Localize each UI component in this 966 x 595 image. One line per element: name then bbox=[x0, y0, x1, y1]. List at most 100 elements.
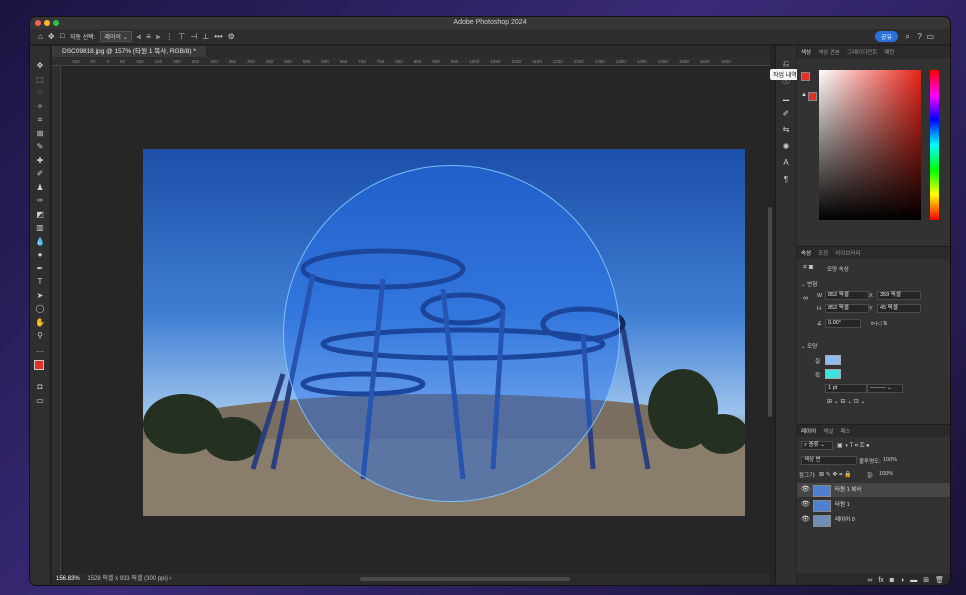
fill-value[interactable]: 100% bbox=[879, 471, 893, 477]
ellipse-tool-icon[interactable]: ◯ bbox=[33, 303, 47, 315]
photo-image[interactable] bbox=[143, 149, 745, 516]
trash-icon[interactable]: 🗑 bbox=[935, 576, 944, 584]
link-icon[interactable]: ∞ bbox=[803, 295, 808, 302]
new-layer-icon[interactable]: ⊞ bbox=[923, 576, 929, 584]
move-tool-icon[interactable]: ✥ bbox=[33, 60, 47, 72]
new-group-icon[interactable]: ▬ bbox=[910, 577, 917, 584]
gamut-warning-icon[interactable]: ▲ bbox=[801, 92, 807, 98]
magic-wand-tool-icon[interactable]: ✧ bbox=[33, 101, 47, 113]
layer-row[interactable]: 👁 타원 1 복사 bbox=[797, 483, 950, 497]
vertical-scrollbar[interactable] bbox=[768, 207, 772, 417]
more-options-button[interactable]: ••• bbox=[214, 32, 222, 41]
eraser-tool-icon[interactable]: ◩ bbox=[33, 209, 47, 221]
tab-color[interactable]: 색상 bbox=[801, 48, 811, 56]
dodge-tool-icon[interactable]: ● bbox=[33, 249, 47, 261]
tab-properties[interactable]: 속성 bbox=[801, 249, 811, 257]
stroke-width-field[interactable]: 1 pt bbox=[825, 384, 867, 393]
horizontal-scrollbar[interactable] bbox=[360, 577, 570, 581]
home-icon[interactable]: ⌂ bbox=[38, 32, 43, 41]
search-icon[interactable]: ⌕ bbox=[906, 32, 910, 42]
width-field[interactable]: 852 픽셀 bbox=[825, 291, 869, 300]
angle-field[interactable]: 0.00° bbox=[825, 319, 861, 328]
layer-filter-kind[interactable]: ⌕ 종류 ⌄ bbox=[801, 441, 833, 450]
align-bottom-icon[interactable]: ⊥ bbox=[202, 32, 209, 41]
transform-section-title[interactable]: ⌄ 변형 bbox=[801, 280, 817, 288]
stroke-color-swatch[interactable] bbox=[825, 369, 841, 379]
flip-icons[interactable]: ⊳|◁ ⇅ bbox=[871, 321, 887, 327]
color-swatches[interactable] bbox=[33, 357, 48, 379]
foreground-color-swatch[interactable] bbox=[801, 72, 810, 81]
lasso-tool-icon[interactable]: ◌ bbox=[33, 87, 47, 99]
zoom-window-button[interactable] bbox=[53, 20, 59, 26]
glyph-panel-icon[interactable]: ✺ bbox=[779, 141, 793, 153]
share-button[interactable]: 공유 bbox=[874, 31, 898, 42]
minimize-window-button[interactable] bbox=[44, 20, 50, 26]
stroke-options-icons[interactable]: ⊞ ⌄ ⊟ ⌄ ⊡ ⌄ bbox=[827, 398, 866, 405]
path-selection-tool-icon[interactable]: ➤ bbox=[33, 290, 47, 302]
tab-swatches[interactable]: 색상 견본 bbox=[818, 48, 840, 56]
color-picker-field[interactable] bbox=[819, 70, 921, 220]
frame-tool-icon[interactable]: ⊠ bbox=[33, 128, 47, 140]
layer-row[interactable]: 👁 레이어 0 bbox=[797, 513, 950, 527]
workspace-icon[interactable]: ▭ bbox=[926, 32, 934, 41]
visibility-eye-icon[interactable]: 👁 bbox=[801, 513, 810, 527]
quick-mask-icon[interactable]: ◘ bbox=[33, 381, 47, 393]
blend-mode-dropdown[interactable]: 색상 번 bbox=[801, 456, 857, 465]
opacity-value[interactable]: 100% bbox=[883, 457, 897, 463]
tab-gradients[interactable]: 그레이디언트 bbox=[847, 48, 877, 56]
tab-patterns[interactable]: 패턴 bbox=[884, 48, 894, 56]
gamut-color-swatch[interactable] bbox=[808, 92, 817, 101]
align-middle-icon[interactable]: ⊣ bbox=[190, 32, 197, 41]
settings-gear-icon[interactable]: ⚙ bbox=[228, 32, 235, 41]
auto-select-dropdown[interactable]: 레이어 ⌄ bbox=[100, 31, 132, 42]
stamp-tool-icon[interactable]: ♟ bbox=[33, 182, 47, 194]
hue-slider[interactable] bbox=[930, 70, 939, 220]
character-panel-icon[interactable]: A bbox=[779, 157, 793, 169]
height-field[interactable]: 852 픽셀 bbox=[825, 304, 869, 313]
brush-tool-icon[interactable]: ✐ bbox=[33, 168, 47, 180]
tab-adjustments[interactable]: 조정 bbox=[818, 249, 828, 257]
history-panel-icon[interactable]: ⎌ bbox=[779, 58, 793, 70]
distribute-icon[interactable]: ⋮ bbox=[165, 32, 173, 41]
healing-brush-tool-icon[interactable]: ✚ bbox=[33, 155, 47, 167]
document-tab[interactable]: DSC09818.jpg @ 157% (타원 1 복사, RGB/8) * bbox=[52, 46, 206, 57]
eyedropper-tool-icon[interactable]: ✎ bbox=[33, 141, 47, 153]
crop-tool-icon[interactable]: ⌗ bbox=[33, 114, 47, 126]
tab-libraries[interactable]: 라이브러리 bbox=[835, 249, 860, 257]
adjustment-layer-icon[interactable]: ◑ bbox=[900, 577, 904, 584]
layer-row[interactable]: 👁 타원 1 bbox=[797, 498, 950, 512]
stroke-style-dropdown[interactable]: ──── ⌄ bbox=[867, 384, 903, 393]
paragraph-panel-icon[interactable]: ¶ bbox=[779, 174, 793, 186]
lock-icons[interactable]: ⊠ ✎ ✥ ⌗ 🔒 bbox=[819, 471, 852, 479]
ellipse-shape-layer[interactable] bbox=[283, 165, 620, 502]
adjust-panel-icon[interactable]: ⇆ bbox=[779, 124, 793, 136]
history-brush-tool-icon[interactable]: ✑ bbox=[33, 195, 47, 207]
appearance-section-title[interactable]: ⌄ 모양 bbox=[801, 342, 817, 350]
brush-settings-icon[interactable]: ✐ bbox=[779, 108, 793, 120]
tab-layers[interactable]: 레이어 bbox=[801, 427, 816, 435]
align-left-icon[interactable]: ⫷ bbox=[137, 32, 142, 42]
screen-mode-icon[interactable]: ▭ bbox=[33, 395, 47, 407]
align-top-icon[interactable]: ⊤ bbox=[178, 32, 185, 41]
align-right-icon[interactable]: ⫸ bbox=[156, 32, 161, 42]
blur-tool-icon[interactable]: 💧 bbox=[33, 236, 47, 248]
canvas-area[interactable] bbox=[61, 67, 770, 574]
type-tool-icon[interactable]: T bbox=[33, 276, 47, 288]
zoom-level[interactable]: 156.83% bbox=[56, 576, 80, 582]
x-field[interactable]: 359 픽셀 bbox=[877, 291, 921, 300]
align-center-icon[interactable]: ≡ bbox=[146, 32, 151, 41]
tab-paths[interactable]: 패스 bbox=[840, 427, 850, 435]
fx-icon[interactable]: fx bbox=[878, 577, 883, 584]
close-window-button[interactable] bbox=[35, 20, 41, 26]
status-arrow-icon[interactable]: › bbox=[170, 576, 172, 582]
link-layers-icon[interactable]: ∞ bbox=[867, 577, 872, 584]
marquee-tool-icon[interactable]: ⬚ bbox=[33, 74, 47, 86]
hand-tool-icon[interactable]: ✋ bbox=[33, 317, 47, 329]
visibility-eye-icon[interactable]: 👁 bbox=[801, 483, 810, 497]
foreground-color-swatch[interactable] bbox=[34, 360, 44, 370]
histogram-panel-icon[interactable]: ▁ bbox=[779, 91, 793, 103]
fill-color-swatch[interactable] bbox=[825, 355, 841, 365]
edit-toolbar-icon[interactable]: … bbox=[33, 344, 47, 356]
visibility-eye-icon[interactable]: 👁 bbox=[801, 498, 810, 512]
y-field[interactable]: 45 픽셀 bbox=[877, 304, 921, 313]
